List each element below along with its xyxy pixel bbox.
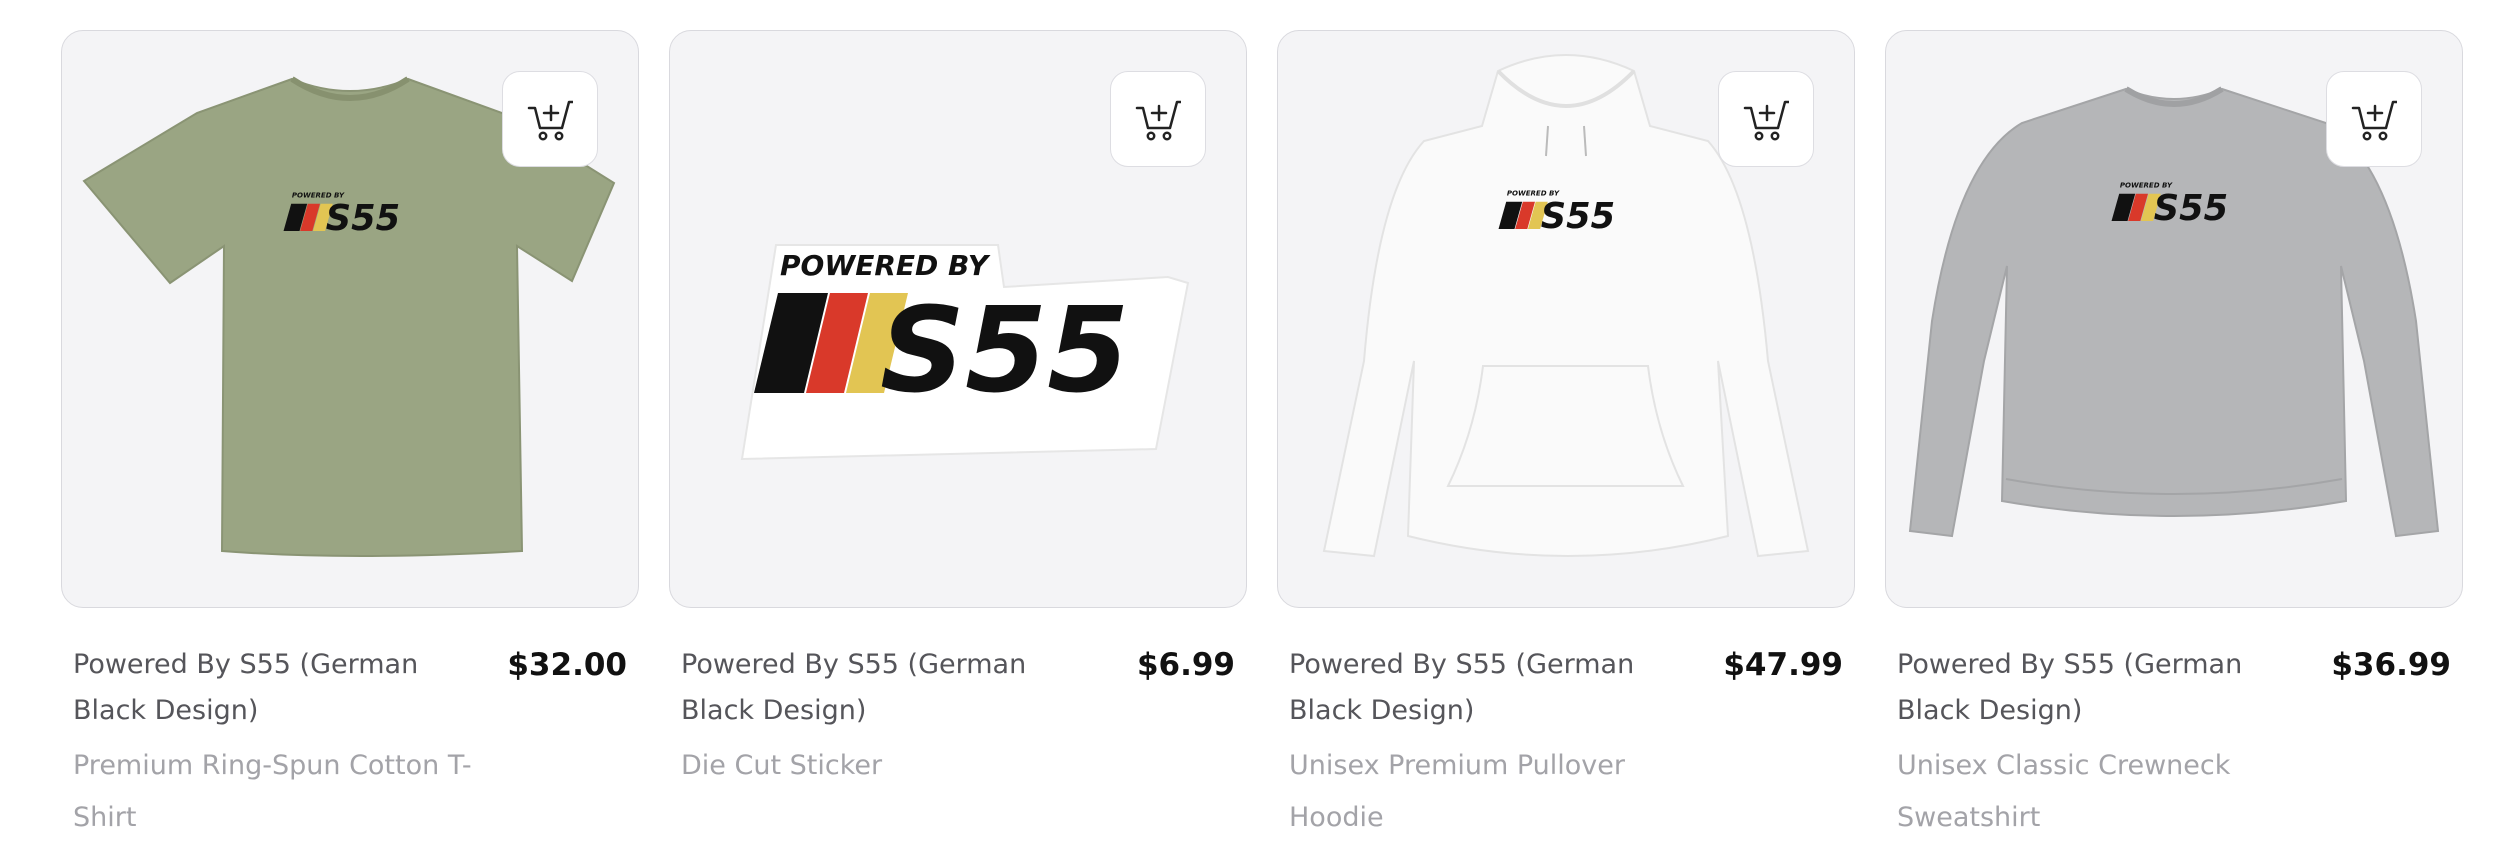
add-to-cart-button[interactable]	[2326, 71, 2422, 167]
product-price: $36.99	[2331, 647, 2451, 683]
svg-text:S55: S55	[880, 281, 1129, 419]
add-to-cart-button[interactable]	[1110, 71, 1206, 167]
product-type: Die Cut Sticker	[681, 750, 883, 781]
product-price: $47.99	[1723, 647, 1843, 683]
product-card[interactable]: POWERED BY S55 Powered By S55 (German Bl…	[1885, 30, 2463, 844]
product-type: Unisex Classic Crewneck Sweatshirt	[1897, 750, 2231, 833]
product-type: Premium Ring-Spun Cotton T-Shirt	[73, 750, 472, 833]
cart-plus-icon	[1135, 100, 1181, 141]
product-title[interactable]: Powered By S55 (German Black Design)	[73, 642, 473, 734]
product-card[interactable]: POWERED BY S55 Powered By S55 (German Bl…	[669, 30, 1247, 844]
cart-plus-icon	[1743, 100, 1789, 141]
product-grid: POWERED BY S55 Powered By S55 (German Bl…	[61, 30, 2463, 844]
product-info: Powered By S55 (German Black Design) $47…	[1277, 642, 1855, 734]
product-image[interactable]: POWERED BY S55	[61, 30, 639, 608]
add-to-cart-button[interactable]	[502, 71, 598, 167]
product-image[interactable]: POWERED BY S55	[669, 30, 1247, 608]
add-to-cart-button[interactable]	[1718, 71, 1814, 167]
product-title[interactable]: Powered By S55 (German Black Design)	[1289, 642, 1689, 734]
product-price: $32.00	[507, 647, 627, 683]
product-image[interactable]: POWERED BY S55	[1277, 30, 1855, 608]
cart-plus-icon	[527, 100, 573, 141]
product-info: Powered By S55 (German Black Design) $36…	[1885, 642, 2463, 734]
svg-text:S55: S55	[1541, 196, 1615, 237]
product-price: $6.99	[1136, 647, 1235, 683]
product-image[interactable]: POWERED BY S55	[1885, 30, 2463, 608]
product-title[interactable]: Powered By S55 (German Black Design)	[681, 642, 1081, 734]
product-info: Powered By S55 (German Black Design) $6.…	[669, 642, 1247, 734]
product-title[interactable]: Powered By S55 (German Black Design)	[1897, 642, 2297, 734]
s55-logo: POWERED BY S55	[740, 244, 1190, 461]
svg-text:POWERED BY: POWERED BY	[780, 249, 991, 282]
product-card[interactable]: POWERED BY S55 Powered By S55 (German Bl…	[61, 30, 639, 844]
cart-plus-icon	[2351, 100, 2397, 141]
product-type: Unisex Premium Pullover Hoodie	[1289, 750, 1625, 833]
svg-text:S55: S55	[2154, 188, 2228, 229]
product-info: Powered By S55 (German Black Design) $32…	[61, 642, 639, 734]
product-card[interactable]: POWERED BY S55 Powered By S55 (German Bl…	[1277, 30, 1855, 844]
svg-text:S55: S55	[326, 198, 400, 239]
